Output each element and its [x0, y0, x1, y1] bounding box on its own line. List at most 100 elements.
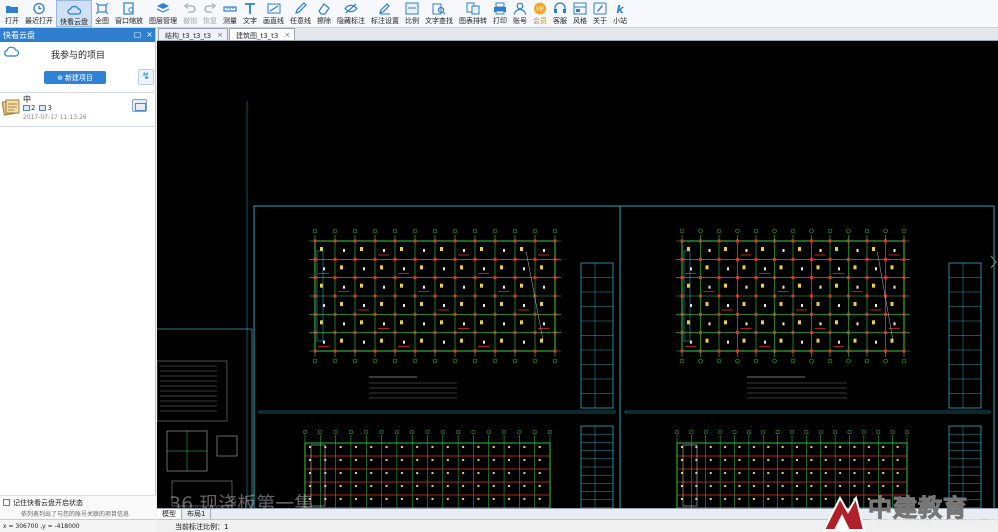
toolbar-button-user[interactable]: 账号	[510, 0, 530, 27]
panel-heading: 我参与的项目	[50, 51, 105, 61]
toolbar-button-k-logo[interactable]: k 小站	[610, 0, 630, 27]
toolbar-button-pen[interactable]: 任意线	[287, 0, 314, 27]
vip-icon: VIP	[533, 2, 547, 15]
toolbar-button-line[interactable]: 画直线	[260, 0, 287, 27]
brand-logo-mark	[822, 495, 866, 531]
app-window: 打开 最近打开 快看云盘 全图 窗口缩放 图层管理 撤销 恢复 测量 文字 画直线 任意线 擦除 隐藏标注…	[0, 0, 998, 532]
panel-close-icon[interactable]: ×	[145, 30, 154, 39]
toolbar-button-annotation-settings[interactable]: 标注设置	[368, 0, 402, 27]
toolbar-label: 比例	[405, 17, 419, 25]
file-count-icon	[23, 105, 30, 111]
toolbar-label: 会员	[533, 17, 547, 25]
undo-icon	[183, 2, 197, 15]
toolbar-button-layers[interactable]: 图层管理	[146, 0, 180, 27]
member-count: 3	[47, 104, 52, 112]
annotation-settings-icon	[378, 2, 392, 15]
cad-drawing	[157, 101, 997, 508]
project-date: 2017-07-17 11:13:26	[23, 114, 87, 121]
cad-drawing-canvas[interactable]: 36.现浇板第一集	[157, 41, 998, 508]
toolbar-label: 恢复	[203, 17, 217, 25]
toolbar-button-vip[interactable]: VIP 会员	[530, 0, 550, 27]
tab-label: 建筑图_t3_t3	[235, 32, 279, 40]
toolbar-label: 客服	[553, 17, 567, 25]
tab-label: 结构_t3_t3_t3	[165, 32, 212, 40]
folder-open-icon	[5, 2, 19, 15]
toolbar-label: 小站	[613, 17, 627, 25]
brand-tagline: CENTURYCHINESECONSTRUCTION	[870, 518, 998, 527]
svg-text:k: k	[616, 3, 624, 15]
toolbar-label: 任意线	[290, 17, 311, 25]
close-icon[interactable]: ×	[217, 31, 223, 39]
toolbar-label: 关于	[593, 17, 607, 25]
toolbar-label: 测量	[223, 17, 237, 25]
text-search-icon	[432, 2, 446, 15]
tab-architecture[interactable]: 建筑图_t3_t3 ×	[228, 28, 296, 40]
remember-label: 记住快看云盘开启状态	[13, 499, 83, 507]
toolbar-label: 擦除	[317, 17, 331, 25]
toolbar-button-scale[interactable]: 比例	[402, 0, 422, 27]
line-icon	[267, 2, 281, 15]
toolbar-button-measure[interactable]: 测量	[220, 0, 240, 27]
toolbar-button-fit-all[interactable]: 全图	[92, 0, 112, 27]
open-folder-icon[interactable]	[132, 99, 147, 112]
file-count: 2	[31, 104, 36, 112]
toolbar-button-skin[interactable]: 风格	[570, 0, 590, 27]
toolbar-button-text[interactable]: 文字	[240, 0, 260, 27]
toolbar-label: 隐藏标注	[337, 17, 365, 25]
toolbar-button-text-search[interactable]: 文字查找	[422, 0, 456, 27]
new-project-label: 新建项目	[64, 73, 93, 82]
toolbar-button-headset[interactable]: 客服	[550, 0, 570, 27]
toolbar-label: 图层管理	[149, 17, 177, 25]
toolbar-label: 文字	[243, 17, 257, 25]
document-tabs: 结构_t3_t3_t3 × 建筑图_t3_t3 ×	[157, 28, 998, 41]
toolbar-button-undo[interactable]: 撤销	[180, 0, 200, 27]
new-project-button[interactable]: ⊕ 新建项目	[44, 71, 106, 84]
toolbar-label: 撤销	[183, 17, 197, 25]
toolbar-label: 画直线	[263, 17, 284, 25]
toolbar-label: 账号	[513, 17, 527, 25]
project-item[interactable]: 中 2 3 2017-07-17 11:13:26	[0, 94, 156, 126]
coordinate-readout: x = 306700 ,y = -418000	[0, 519, 156, 532]
brand-logo: 中建教育 CENTURYCHINESECONSTRUCTION	[818, 486, 998, 532]
toolbar-label: 文字查找	[425, 17, 453, 25]
sync-icon[interactable]: ↯	[138, 69, 154, 85]
plus-circle-icon: ⊕	[57, 73, 63, 82]
toolbar-label: 打开	[5, 17, 19, 25]
tab-layout1[interactable]: 布局1	[182, 508, 212, 520]
user-icon	[513, 2, 527, 15]
toolbar-button-eraser[interactable]: 擦除	[314, 0, 334, 27]
skin-icon	[573, 2, 587, 15]
toolbar-button-print[interactable]: 打印	[490, 0, 510, 27]
toolbar-button-convert[interactable]: 图表排转	[456, 0, 490, 27]
eraser-icon	[317, 2, 331, 15]
close-icon[interactable]: ×	[284, 31, 290, 39]
toolbar-label: 全图	[95, 17, 109, 25]
toolbar-button-folder-open[interactable]: 打开	[2, 0, 22, 27]
text-icon	[243, 2, 257, 15]
toolbar-button-eye-hide[interactable]: 隐藏标注	[334, 0, 368, 27]
panel-title: 快看云盘	[3, 30, 35, 40]
cloud-panel: 快看云盘 ▢ × 我参与的项目 ⊕ 新建项目 ↯ 中 2 3 2017-07-1…	[0, 28, 156, 532]
print-icon	[493, 2, 507, 15]
convert-icon	[466, 2, 480, 15]
toolbar-button-redo[interactable]: 恢复	[200, 0, 220, 27]
toolbar-button-window-zoom[interactable]: 窗口缩放	[112, 0, 146, 27]
toolbar-label: 图表排转	[459, 17, 487, 25]
fit-all-icon	[95, 2, 109, 15]
window-zoom-icon	[122, 2, 136, 15]
k-logo-icon: k	[613, 2, 627, 15]
toolbar-label: 打印	[493, 17, 507, 25]
tab-model[interactable]: 模型	[157, 508, 182, 520]
svg-text:VIP: VIP	[536, 7, 544, 13]
panel-header: 快看云盘 ▢ ×	[0, 28, 155, 42]
toolbar-label: 风格	[573, 17, 587, 25]
toolbar-label: 标注设置	[371, 17, 399, 25]
toolbar-button-info[interactable]: 关于	[590, 0, 610, 27]
headset-icon	[553, 2, 567, 15]
remember-checkbox[interactable]	[3, 499, 10, 506]
toolbar-button-clock[interactable]: 最近打开	[22, 0, 56, 27]
panel-restore-icon[interactable]: ▢	[133, 30, 142, 39]
tab-structure[interactable]: 结构_t3_t3_t3 ×	[158, 28, 228, 40]
toolbar-button-cloud[interactable]: 快看云盘	[56, 0, 92, 27]
eye-hide-icon	[344, 2, 358, 15]
